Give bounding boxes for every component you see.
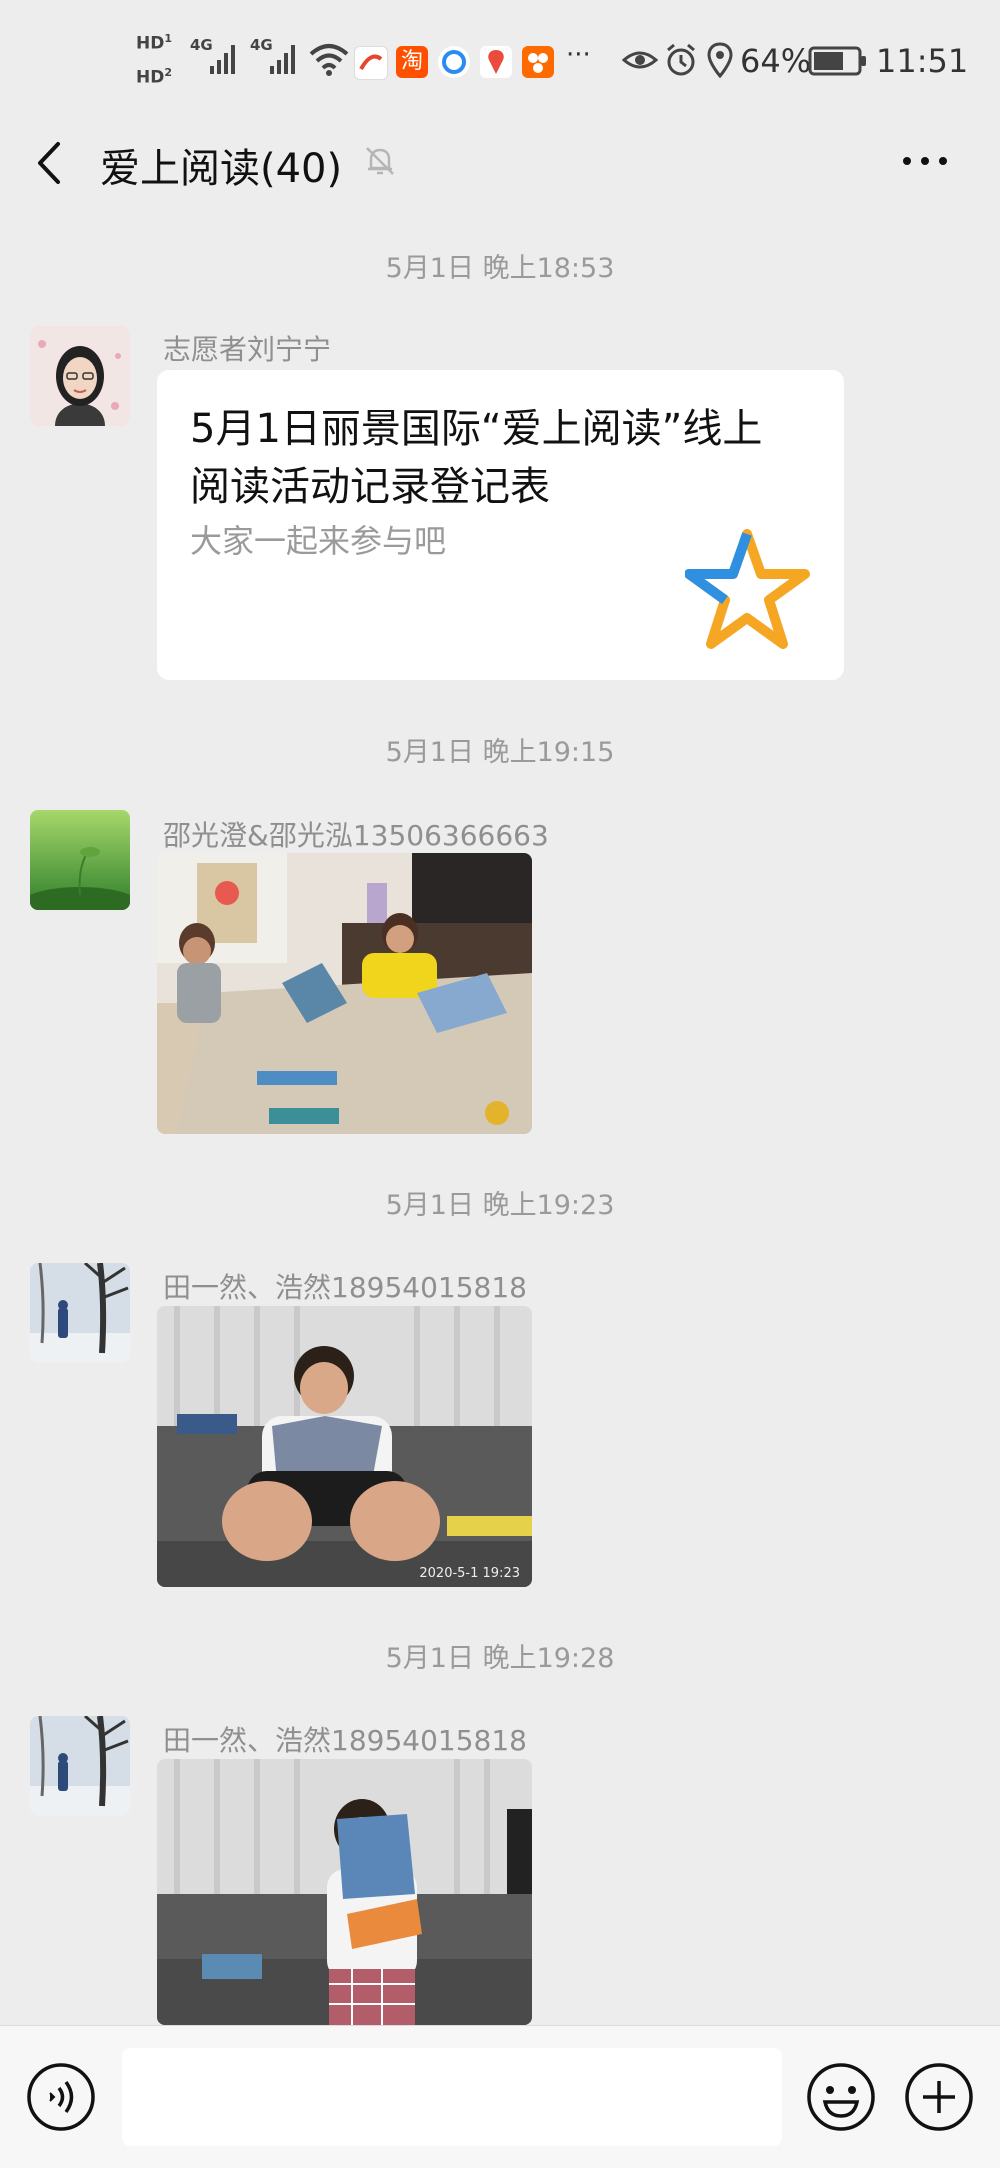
clock: 11:51 [876, 42, 969, 80]
map-app-icon [480, 46, 512, 78]
hd2-badge: HD2 [136, 66, 172, 88]
message-timestamp: 5月1日 晚上19:15 [385, 737, 615, 768]
mute-bell-icon [366, 147, 394, 175]
avatar[interactable] [30, 1263, 130, 1363]
wifi-icon [309, 44, 349, 76]
taobao-icon: 淘 [396, 46, 428, 78]
sender-name: 志愿者刘宁宁 [163, 333, 332, 366]
hd2-label: HD [136, 67, 165, 88]
avatar[interactable] [30, 810, 130, 910]
avatar[interactable] [30, 326, 130, 426]
app-notify-icon-1 [354, 46, 388, 80]
message-timestamp: 5月1日 晚上19:28 [385, 1643, 615, 1674]
sender-name: 邵光澄&邵光泓13506366663 [163, 819, 549, 852]
message-timestamp: 5月1日 晚上18:53 [385, 253, 615, 284]
back-arrow-icon[interactable] [32, 140, 72, 186]
avatar[interactable] [30, 1716, 130, 1816]
alarm-icon [667, 43, 695, 76]
status-bar: HD1 HD2 4G 4G 淘 ··· 64% 11:51 [0, 0, 1000, 125]
image-message[interactable] [157, 853, 532, 1134]
battery-icon [808, 46, 866, 76]
star-logo-icon [685, 529, 810, 649]
more-options-icon[interactable] [900, 148, 950, 174]
card-title: 5月1日丽景国际“爱上阅读”线上阅读活动记录登记表 [190, 406, 763, 510]
voice-input-icon[interactable] [26, 2062, 96, 2132]
battery-percent: 64% [740, 42, 812, 80]
location-icon [707, 42, 733, 78]
image-message[interactable]: 2020-5-1 19:23 [157, 1306, 532, 1587]
photo-timestamp: 2020-5-1 19:23 [419, 1566, 520, 1581]
sender-name: 田一然、浩然18954015818 [163, 1724, 527, 1757]
message-timestamp: 5月1日 晚上19:23 [385, 1190, 615, 1221]
shared-link-card[interactable]: 5月1日丽景国际“爱上阅读”线上阅读活动记录登记表 大家一起来参与吧 [157, 370, 844, 680]
hd1-label: HD [136, 33, 165, 54]
sender-name: 田一然、浩然18954015818 [163, 1271, 527, 1304]
eye-comfort-icon [622, 51, 658, 69]
app-notify-icon-5 [522, 46, 554, 78]
plus-icon[interactable] [904, 2062, 974, 2132]
emoji-icon[interactable] [806, 2062, 876, 2132]
more-notifications-indicator: ··· [566, 40, 591, 70]
app-notify-icon-3 [438, 46, 470, 78]
message-input[interactable] [122, 2048, 782, 2146]
image-message[interactable] [157, 1759, 532, 2025]
hd1-badge: HD1 [136, 32, 172, 54]
chat-title: 爱上阅读(40) [100, 146, 343, 192]
card-description: 大家一起来参与吧 [190, 522, 447, 560]
